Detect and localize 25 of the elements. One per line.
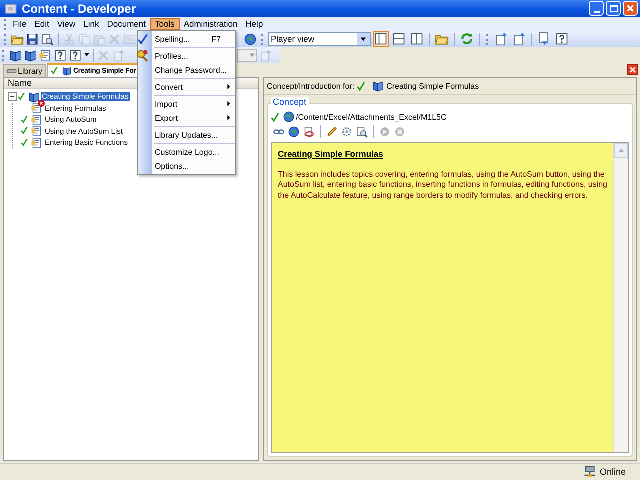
menu-item[interactable]: File bbox=[9, 18, 31, 30]
file-path: /Content/Excel/Attachments_Excel/M1L5C bbox=[296, 112, 447, 122]
window-title: Content - Developer bbox=[22, 2, 138, 16]
group-title: Concept bbox=[271, 97, 309, 107]
tab[interactable]: Library bbox=[3, 64, 46, 77]
menu-item[interactable]: Document bbox=[103, 18, 150, 30]
menu-item[interactable]: View bbox=[53, 18, 80, 30]
menu-option[interactable]: Spelling... F7 bbox=[152, 32, 235, 46]
menu-item[interactable]: Tools bbox=[150, 18, 180, 30]
menu-item[interactable]: Administration bbox=[180, 18, 242, 30]
menu-item[interactable]: Help bbox=[242, 18, 268, 30]
header-title: Creating Simple Formulas bbox=[386, 82, 480, 90]
view-dropdown[interactable]: Player view bbox=[268, 32, 371, 46]
menu-option[interactable]: Import bbox=[152, 97, 235, 111]
menu-option[interactable]: Export bbox=[152, 111, 235, 125]
header-label: Concept/Introduction for: bbox=[267, 82, 355, 90]
content-heading: Creating Simple Formulas bbox=[278, 149, 384, 159]
connection-status: Online bbox=[600, 467, 626, 477]
menu-item[interactable]: Link bbox=[80, 18, 104, 30]
menu-option[interactable]: Options... bbox=[152, 159, 235, 173]
menu-option[interactable]: Library Updates... bbox=[152, 128, 235, 142]
content-text: This lesson includes topics covering, entering formulas, using the AutoSum button, using the AutoSum list, entering basic functions, inserting functions in formulas, editing functions, using the AutoCalculate feature, using range borders to modify formulas, and checking errors. bbox=[278, 170, 609, 201]
menu-item[interactable]: Edit bbox=[30, 18, 54, 30]
menu-option[interactable]: Customize Logo... bbox=[152, 145, 235, 159]
menu-option[interactable]: Convert bbox=[152, 80, 235, 94]
